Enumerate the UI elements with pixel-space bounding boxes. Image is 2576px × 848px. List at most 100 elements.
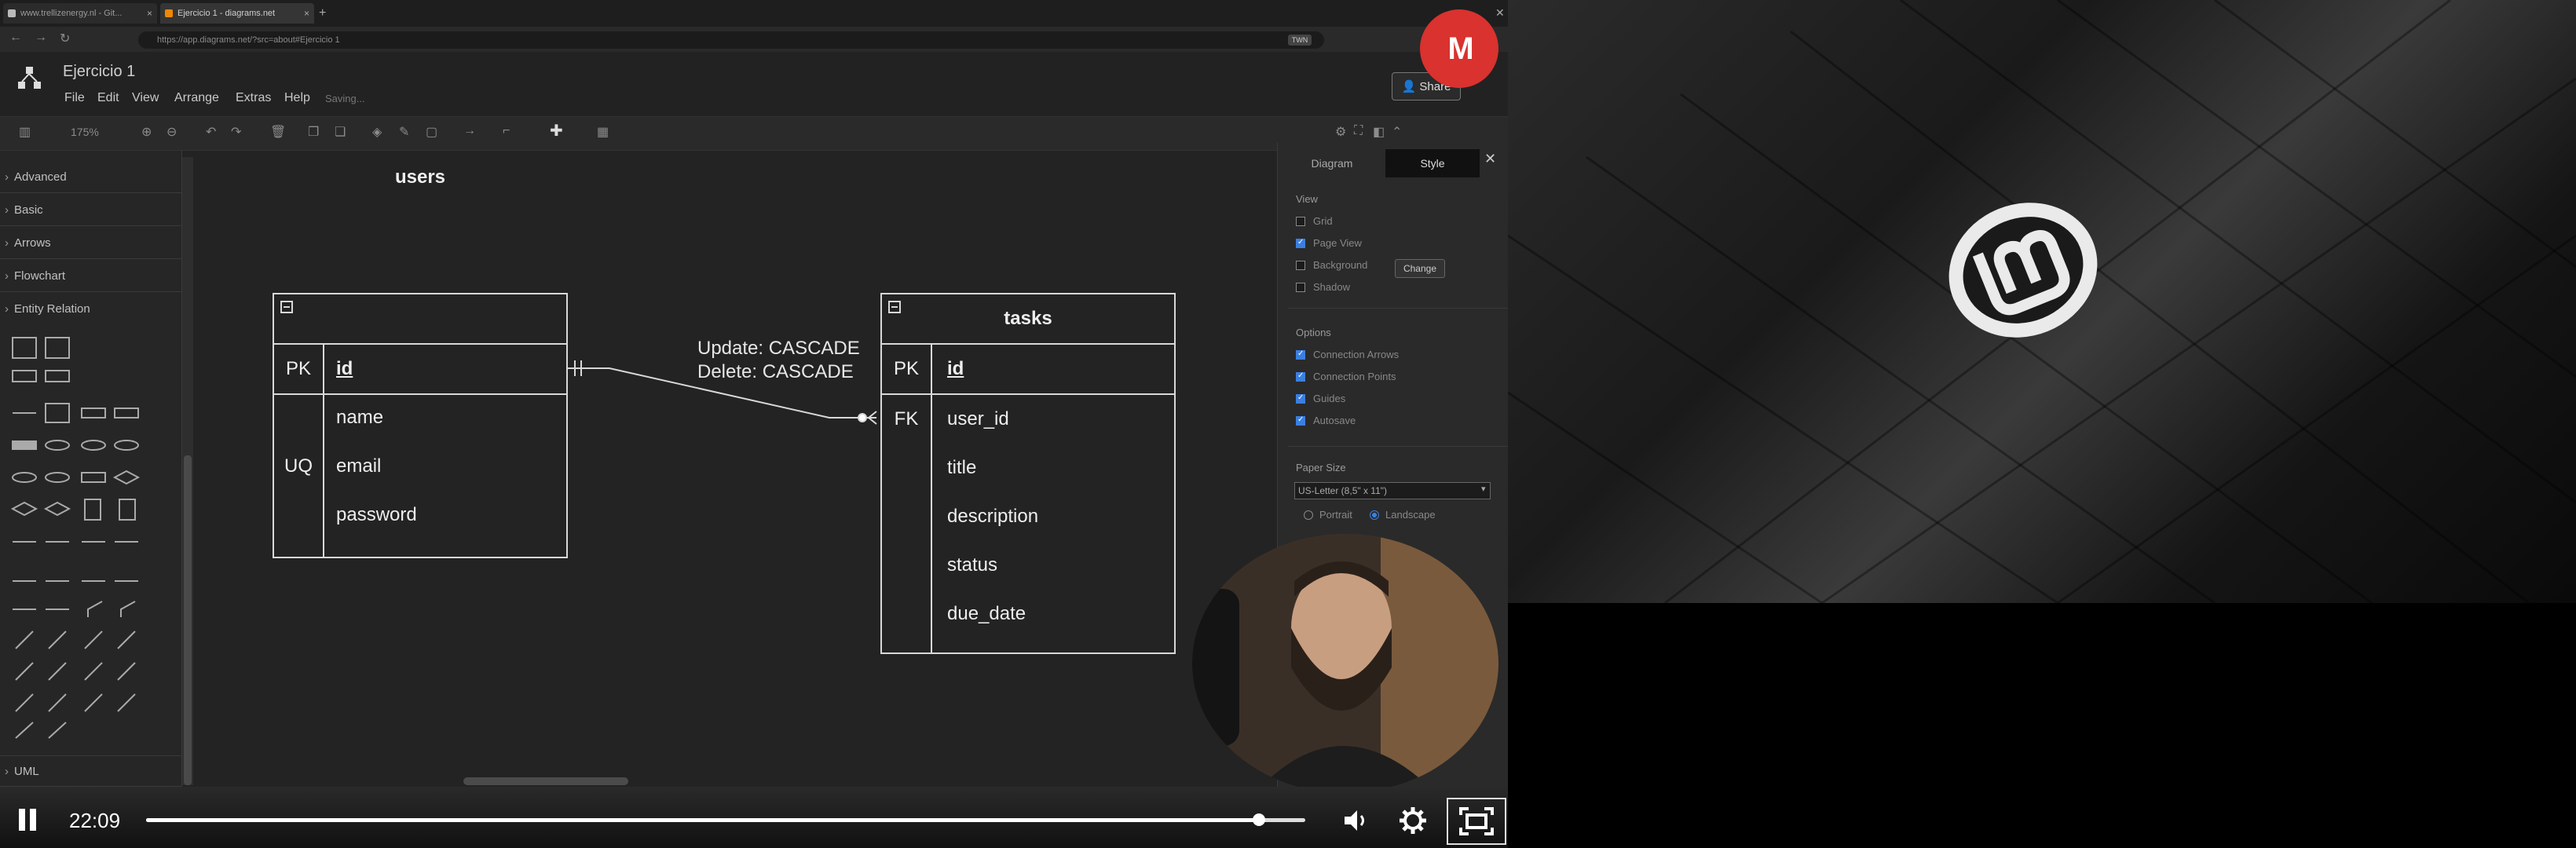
tab-title: Ejercicio 1 - diagrams.net	[177, 9, 276, 18]
menu-arrange[interactable]: Arrange	[174, 91, 219, 105]
document-title[interactable]: Ejercicio 1	[63, 63, 135, 81]
tab-diagram[interactable]: Diagram	[1285, 149, 1379, 177]
connection-arrows-checkbox[interactable]	[1296, 349, 1305, 360]
panel-divider	[1288, 308, 1508, 309]
connection-points-label: Connection Points	[1313, 371, 1396, 382]
guides-label: Guides	[1313, 393, 1346, 404]
sidebar-section-advanced[interactable]: Advanced	[0, 162, 182, 193]
zoom-out-icon[interactable]: ⊖	[166, 124, 177, 140]
users-entity[interactable]	[273, 293, 568, 558]
users-key-pk: PK	[285, 358, 311, 379]
zoom-select[interactable]: 175%	[71, 126, 99, 138]
tab-style[interactable]: Style	[1385, 149, 1480, 177]
tasks-title: tasks	[1004, 308, 1052, 329]
browser-tab-1[interactable]: www.trellizenergy.nl - Git... ×	[3, 3, 157, 24]
tasks-key-fk: FK	[894, 408, 919, 429]
close-icon[interactable]: ×	[304, 3, 309, 24]
connection-points-checkbox[interactable]	[1296, 371, 1305, 382]
sidebar-section-flowchart[interactable]: Flowchart	[0, 261, 182, 292]
options-heading: Options	[1296, 327, 1331, 338]
background-checkbox[interactable]	[1296, 261, 1305, 270]
tasks-field-title: title	[947, 457, 977, 478]
undo-icon[interactable]: ↶	[206, 124, 216, 140]
paper-size-select[interactable]: US-Letter (8,5" x 11")	[1294, 482, 1491, 499]
waypoints-icon[interactable]: ⌐	[503, 124, 510, 138]
sidebar-section-arrows[interactable]: Arrows	[0, 228, 182, 259]
entity-relation-shape-palette[interactable]	[9, 330, 143, 746]
channel-logo: M	[1420, 9, 1498, 88]
drawio-favicon-icon	[165, 9, 173, 17]
current-time: 22:09	[69, 809, 121, 832]
paper-size-heading: Paper Size	[1296, 462, 1346, 473]
users-field-email: email	[336, 455, 382, 477]
users-title: users	[394, 166, 446, 188]
view-heading: View	[1296, 193, 1318, 205]
page-view-checkbox[interactable]	[1296, 238, 1305, 248]
panel-divider	[1288, 446, 1508, 447]
sidebar-section-basic[interactable]: Basic	[0, 195, 182, 226]
tasks-field-id: id	[947, 358, 964, 379]
menu-file[interactable]: File	[64, 91, 85, 105]
autosave-checkbox[interactable]	[1296, 415, 1305, 426]
connection-icon[interactable]: →	[463, 124, 476, 138]
reload-icon[interactable]: ↻	[60, 31, 70, 46]
users-key-uq: UQ	[284, 455, 313, 477]
menu-view[interactable]: View	[132, 91, 159, 105]
app-header	[0, 52, 1508, 116]
guides-checkbox[interactable]	[1296, 393, 1305, 404]
split-icon[interactable]: ◧	[1373, 124, 1385, 140]
close-icon[interactable]: ×	[147, 3, 152, 24]
to-front-icon[interactable]: ❐	[308, 124, 319, 140]
edge-label-delete[interactable]: Delete: CASCADE	[697, 361, 854, 383]
fullscreen-icon[interactable]: ⛶	[1354, 124, 1363, 138]
webcam-overlay	[1192, 534, 1498, 793]
grid-label: Grid	[1313, 215, 1333, 227]
shadow-icon[interactable]: ▢	[426, 124, 437, 140]
menu-help[interactable]: Help	[284, 91, 310, 105]
close-icon[interactable]: ✕	[1484, 151, 1496, 167]
url-input[interactable]: https://app.diagrams.net/?src=about#Ejer…	[138, 31, 1324, 49]
menu-extras[interactable]: Extras	[236, 91, 271, 105]
format-panel-toggle-icon[interactable]: ▥	[19, 124, 31, 140]
new-tab-icon[interactable]: +	[319, 6, 326, 20]
redo-icon[interactable]: ↷	[231, 124, 241, 140]
edge-label-update[interactable]: Update: CASCADE	[697, 338, 860, 360]
sidebar-section-uml[interactable]: UML	[0, 755, 182, 788]
table-icon[interactable]: ▦	[597, 124, 609, 140]
line-color-icon[interactable]: ✎	[399, 124, 409, 140]
black-area	[1508, 603, 2576, 848]
landscape-radio[interactable]	[1370, 510, 1379, 520]
fill-color-icon[interactable]: ◈	[372, 124, 382, 140]
pause-button[interactable]	[17, 809, 39, 832]
browser-tab-2[interactable]: Ejercicio 1 - diagrams.net ×	[160, 3, 314, 24]
zoom-in-icon[interactable]: ⊕	[141, 124, 152, 140]
format-icon[interactable]: ⚙	[1335, 124, 1346, 140]
change-background-button[interactable]: Change	[1395, 259, 1445, 278]
grid-checkbox[interactable]	[1296, 217, 1305, 226]
to-back-icon[interactable]: ❏	[335, 124, 346, 140]
menu-edit[interactable]: Edit	[97, 91, 119, 105]
progress-knob[interactable]	[1252, 813, 1265, 826]
portrait-radio[interactable]	[1304, 510, 1313, 520]
volume-icon[interactable]	[1341, 807, 1370, 834]
window-close-icon[interactable]: ✕	[1495, 6, 1505, 20]
extension-badge[interactable]: TWN	[1288, 35, 1312, 46]
page-view-label: Page View	[1313, 237, 1362, 249]
fullscreen-icon	[1459, 807, 1494, 835]
tasks-field-user-id: user_id	[947, 408, 1009, 429]
connection-arrows-label: Connection Arrows	[1313, 349, 1400, 360]
users-field-id: id	[336, 358, 353, 379]
back-icon[interactable]: ←	[9, 31, 22, 45]
fullscreen-button[interactable]	[1447, 798, 1506, 845]
insert-icon[interactable]: ✚	[550, 121, 563, 141]
canvas-horizontal-scrollbar[interactable]	[463, 777, 628, 785]
video-player[interactable]: www.trellizenergy.nl - Git... × Ejercici…	[0, 0, 1508, 848]
forward-icon[interactable]: →	[35, 31, 47, 45]
sidebar-section-entity-relation[interactable]: Entity Relation	[0, 294, 182, 325]
settings-gear-icon[interactable]	[1398, 806, 1428, 835]
delete-icon[interactable]: 🗑	[270, 124, 286, 140]
collapse-icon[interactable]: ⌃	[1392, 124, 1402, 140]
tab-title: www.trellizenergy.nl - Git...	[20, 9, 123, 18]
shadow-checkbox[interactable]	[1296, 283, 1305, 292]
sidebar-scrollbar-thumb[interactable]	[184, 455, 192, 785]
